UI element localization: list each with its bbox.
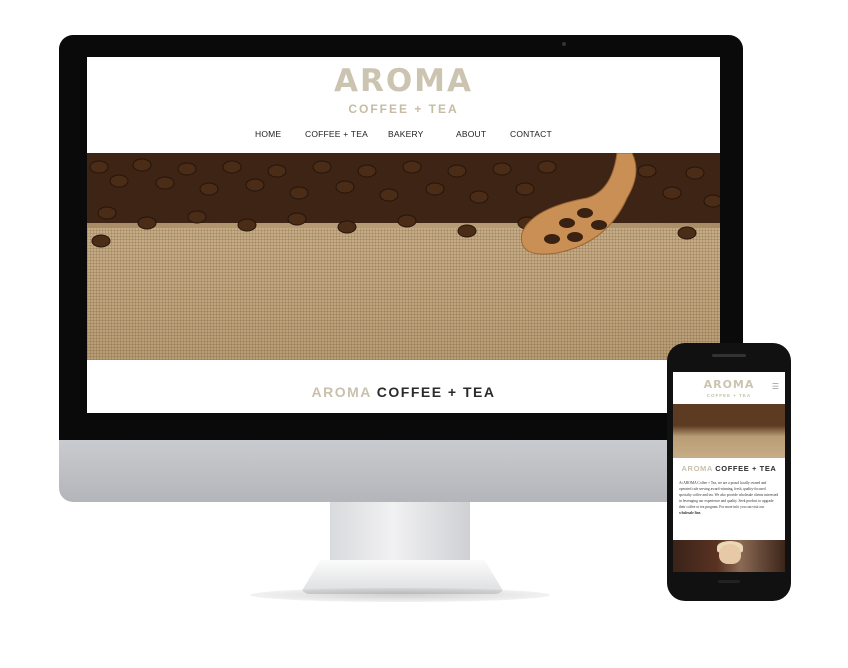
desktop-monitor-chin xyxy=(59,440,743,502)
tagline-accent: AROMA xyxy=(311,384,372,400)
nav-bakery[interactable]: BAKERY xyxy=(388,129,424,139)
nav-about[interactable]: ABOUT xyxy=(456,129,486,139)
mobile-website-screen: AROMA COFFEE + TEA ☰ AROMA COFFEE + TEA … xyxy=(673,372,785,572)
mobile-logo[interactable]: AROMA xyxy=(673,378,785,391)
desktop-website-screen: AROMA COFFEE + TEA HOME COFFEE + TEA BAK… xyxy=(87,57,720,413)
mobile-body-paragraph: At AROMA Coffee + Tea, we are a proud lo… xyxy=(679,481,779,509)
mobile-tagline: AROMA COFFEE + TEA xyxy=(673,464,785,473)
site-logo[interactable]: AROMA xyxy=(87,63,720,99)
photo-face xyxy=(719,544,741,564)
mobile-tagline-main: COFFEE + TEA xyxy=(715,464,777,473)
phone-speaker xyxy=(712,354,746,357)
coffee-beans-image xyxy=(87,153,720,255)
nav-coffee-tea[interactable]: COFFEE + TEA xyxy=(305,129,368,139)
desktop-monitor-stand xyxy=(330,502,470,562)
hamburger-icon[interactable]: ☰ xyxy=(772,382,779,391)
site-tagline: AROMA COFFEE + TEA xyxy=(87,384,720,400)
wholesale-link[interactable]: wholesale line. xyxy=(679,511,701,515)
main-nav: HOME COFFEE + TEA BAKERY ABOUT CONTACT xyxy=(87,129,720,143)
hero-image xyxy=(87,153,720,360)
desktop-shadow xyxy=(250,588,550,602)
mobile-logo-subtitle: COFFEE + TEA xyxy=(706,393,752,398)
mobile-tagline-accent: AROMA xyxy=(681,464,713,473)
site-logo-subtitle: COFFEE + TEA xyxy=(348,102,459,116)
mobile-body-text: At AROMA Coffee + Tea, we are a proud lo… xyxy=(679,480,779,516)
camera-icon xyxy=(562,42,566,46)
tagline-main: COFFEE + TEA xyxy=(376,384,496,400)
phone-home-indicator xyxy=(718,580,740,583)
nav-home[interactable]: HOME xyxy=(255,129,281,139)
mobile-hero-image xyxy=(673,404,785,458)
nav-contact[interactable]: CONTACT xyxy=(510,129,552,139)
